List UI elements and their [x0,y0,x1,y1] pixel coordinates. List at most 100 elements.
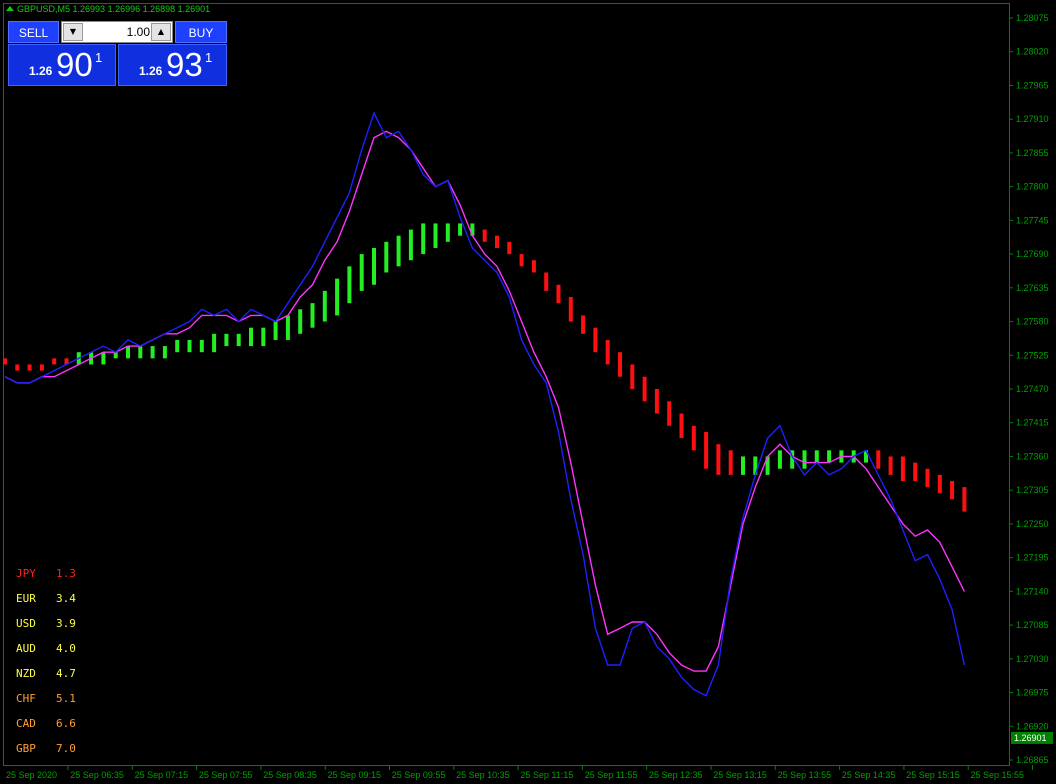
ribbon-bar [495,235,499,248]
chart-header: GBPUSD,M5 1.26993 1.26996 1.26898 1.2690… [6,4,210,14]
price-label: 1.27965 [1016,80,1049,90]
ribbon-bar [175,339,180,353]
strength-currency: CAD [16,717,36,730]
ribbon-bar [113,352,118,359]
price-label: 1.27745 [1016,215,1049,225]
time-label: 25 Sep 11:15 [520,770,573,780]
ribbon-bar [593,327,598,353]
ribbon-bar [212,333,217,353]
strength-row-jpy: JPY 1.3 [16,567,76,580]
strength-row-nzd: NZD 4.7 [16,667,76,680]
ribbon-bar [581,315,586,334]
ribbon-bar [199,339,204,353]
price-label: 1.27415 [1016,418,1049,428]
price-label: 1.27140 [1016,586,1049,596]
strength-currency: USD [16,617,36,630]
price-label: 1.27250 [1016,519,1049,529]
time-label: 25 Sep 10:35 [456,770,510,780]
ribbon-bar [802,450,807,469]
ribbon-bar [138,346,143,359]
sell-price-prefix: 1.26 [29,64,53,78]
ribbon-bar [741,456,745,475]
ribbon-bar [519,254,524,267]
strength-row-usd: USD 3.9 [16,617,76,630]
price-chart[interactable]: 1.28075 1.28020 1.27965 1.27910 1.27855 1.278… [0,0,1056,784]
ribbon-bar [396,235,401,267]
strength-value: 3.9 [56,617,76,630]
time-label: 25 Sep 15:55 [971,770,1025,780]
ribbon-bar [814,450,819,463]
strength-value: 4.0 [56,642,76,655]
price-label: 1.27855 [1016,148,1049,158]
strength-currency: GBP [16,742,36,755]
ribbon-bar [482,229,487,242]
ribbon-bar [359,254,364,291]
strength-value: 3.4 [56,592,76,605]
collapse-triangle-icon[interactable] [6,6,14,11]
ribbon-bar [716,444,721,475]
time-label: 25 Sep 09:55 [392,770,446,780]
price-label: 1.28020 [1016,47,1049,57]
time-label: 25 Sep 14:35 [842,770,896,780]
ribbon-bar [322,290,327,322]
ribbon-bar [15,364,20,371]
ribbon-bar [52,358,57,365]
ribbon-bar [642,376,647,402]
ribbon-bar [408,229,413,261]
price-label: 1.27470 [1016,384,1049,394]
ribbon-bar [458,223,463,236]
strength-value: 6.6 [56,717,76,730]
ribbon-bar [236,333,241,347]
lot-increase-icon[interactable]: ▲ [151,23,171,41]
strength-currency: AUD [16,642,36,655]
strength-row-cad: CAD 6.6 [16,717,76,730]
lot-size-input[interactable] [84,23,150,41]
one-click-trading-panel: SELL ▼ ▲ BUY 1.26 90 1 1.26 93 1 [8,21,227,86]
ribbon-bar [126,346,130,359]
ribbon-bar [445,223,450,242]
ribbon-bar [704,431,709,469]
ribbon-bar [507,241,512,255]
ribbon-bar [728,450,733,475]
time-label: 25 Sep 08:35 [263,770,317,780]
sell-button[interactable]: SELL [8,21,59,43]
price-label: 1.27690 [1016,249,1049,259]
price-label: 1.26865 [1016,755,1049,765]
ribbon-bar [937,474,942,494]
ribbon-bar [249,327,253,347]
ribbon-bar [162,346,167,359]
lot-size-control: ▼ ▲ [61,21,173,43]
buy-price-point: 1 [205,50,213,65]
ribbon-bar [335,278,340,316]
price-label: 1.27195 [1016,553,1049,563]
time-label: 25 Sep 06:35 [70,770,124,780]
lot-decrease-icon[interactable]: ▼ [63,23,83,41]
price-label: 1.27305 [1016,485,1049,495]
strength-value: 5.1 [56,692,76,705]
buy-price-prefix: 1.26 [139,64,163,78]
strength-value: 1.3 [56,567,76,580]
time-label: 25 Sep 07:55 [199,770,253,780]
sell-price-big: 90 [56,46,93,83]
ribbon-bar [556,284,561,304]
ribbon-bar [531,260,536,273]
ribbon-bar [605,339,610,365]
buy-price-button[interactable]: 1.26 93 1 [118,44,227,86]
ribbon-bar [3,358,7,365]
ribbon-bar [261,327,266,347]
sell-price-button[interactable]: 1.26 90 1 [8,44,116,86]
strength-currency: CHF [16,692,36,705]
ribbon-bar [187,339,192,353]
price-label: 1.27085 [1016,620,1049,630]
chart-symbol: GBPUSD,M5 [17,4,71,14]
price-label: 1.27580 [1016,317,1049,327]
ribbon-bar [618,352,622,377]
ribbon-bar [384,241,389,273]
buy-price-big: 93 [166,46,203,83]
strength-value: 7.0 [56,742,76,755]
ribbon-bar [900,456,905,481]
ribbon-bar [544,272,549,291]
strength-currency: NZD [16,667,36,680]
buy-button[interactable]: BUY [175,21,227,43]
price-label: 1.26920 [1016,721,1049,731]
